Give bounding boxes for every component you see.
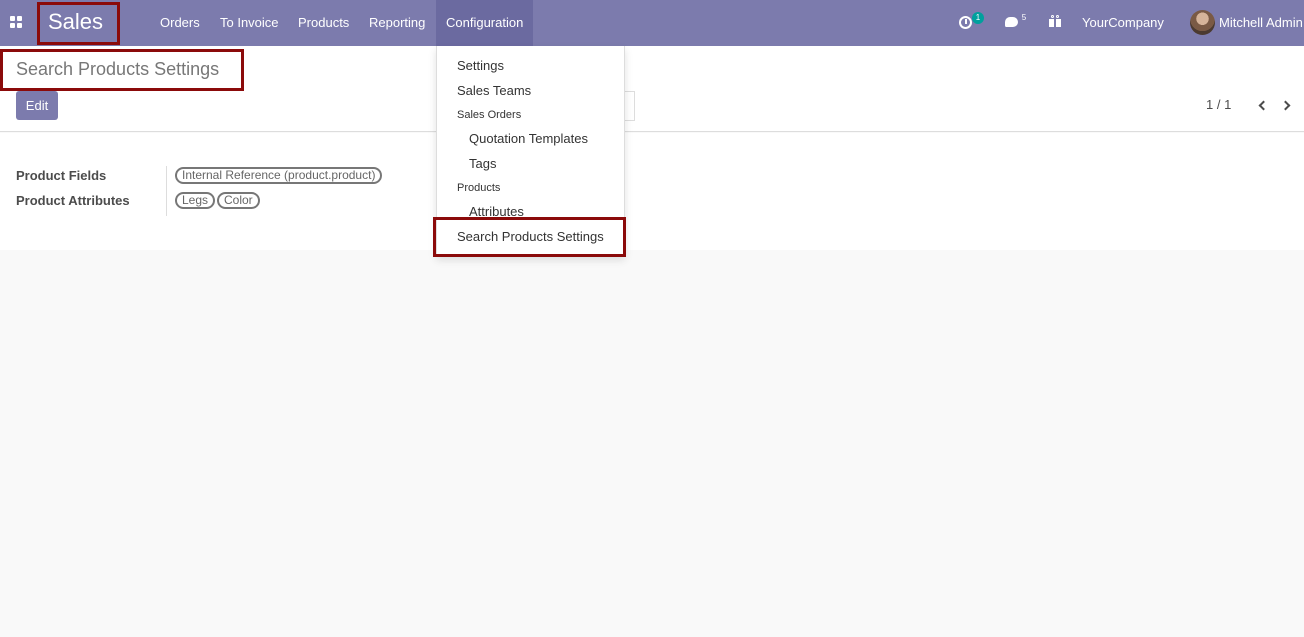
tag-legs[interactable]: Legs	[175, 192, 216, 209]
product-fields-label: Product Fields	[16, 168, 107, 183]
company-switcher[interactable]: YourCompany	[1082, 0, 1164, 46]
dropdown-header-sales-orders: Sales Orders	[457, 109, 522, 121]
user-menu[interactable]: Mitchell Admin	[1219, 0, 1303, 46]
menu-products[interactable]: Products	[288, 0, 359, 46]
activity-clock-icon[interactable]	[959, 16, 972, 29]
messages-count-badge: 5	[1021, 13, 1027, 22]
gift-icon[interactable]	[1049, 15, 1061, 27]
brand-highlight-box	[37, 2, 120, 45]
tag-color[interactable]: Color	[217, 192, 260, 209]
chevron-left-icon[interactable]	[1255, 99, 1269, 113]
menu-to-invoice[interactable]: To Invoice	[210, 0, 289, 46]
product-attributes-label: Product Attributes	[16, 193, 130, 208]
menu-configuration[interactable]: Configuration	[436, 0, 534, 46]
menu-item-highlight-box	[433, 217, 626, 257]
dropdown-item-sales-teams[interactable]: Sales Teams	[457, 83, 531, 99]
apps-grid-icon[interactable]	[10, 16, 23, 29]
pager-value: 1 / 1	[1206, 97, 1232, 112]
user-avatar[interactable]	[1190, 10, 1215, 35]
tag-internal-reference[interactable]: Internal Reference (product.product)	[175, 167, 383, 184]
top-navbar: Sales Orders To Invoice Products Reporti…	[0, 0, 1304, 46]
dropdown-item-settings[interactable]: Settings	[457, 58, 504, 74]
title-highlight-box	[0, 49, 244, 91]
activity-count-badge: 1	[972, 12, 984, 24]
chevron-right-icon[interactable]	[1280, 99, 1295, 113]
dropdown-item-tags[interactable]: Tags	[469, 156, 496, 172]
chat-icon[interactable]	[1005, 17, 1018, 27]
field-divider	[166, 166, 167, 216]
menu-orders[interactable]: Orders	[150, 0, 210, 46]
edit-button[interactable]: Edit	[16, 91, 58, 120]
menu-reporting[interactable]: Reporting	[359, 0, 435, 46]
dropdown-item-quotation-templates[interactable]: Quotation Templates	[469, 131, 588, 147]
dropdown-header-products: Products	[457, 182, 501, 194]
